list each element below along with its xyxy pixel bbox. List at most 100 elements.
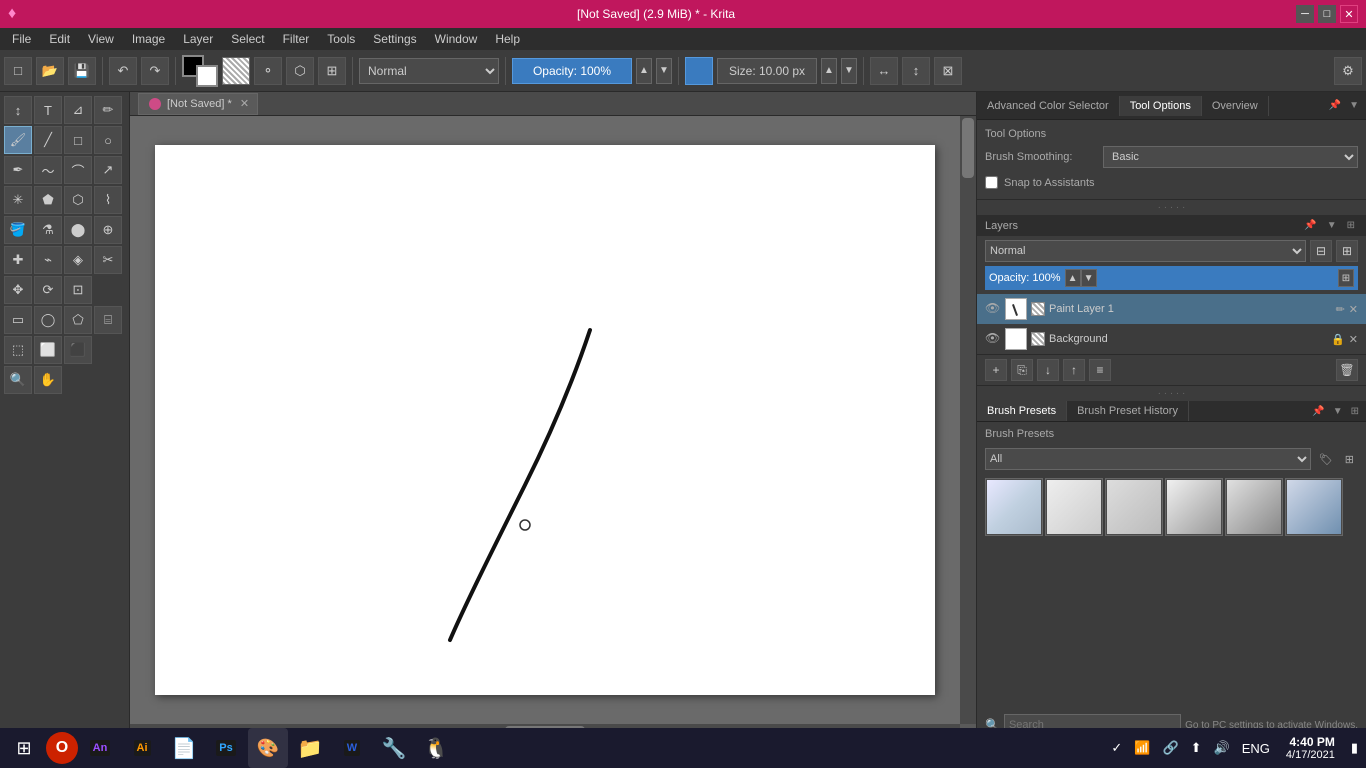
- tag-button[interactable]: 🏷: [1315, 451, 1337, 468]
- tray-lang[interactable]: ENG: [1238, 741, 1274, 756]
- menu-tools[interactable]: Tools: [319, 30, 363, 48]
- canvas-settings-button[interactable]: ⚙: [1334, 57, 1362, 85]
- move-layer-up-button[interactable]: ↑: [1063, 359, 1085, 381]
- tray-volume-icon[interactable]: 🔊: [1210, 740, 1234, 756]
- polygon-tool[interactable]: ⬡: [64, 186, 92, 214]
- contiguous-select[interactable]: ⬚: [4, 336, 32, 364]
- system-clock[interactable]: 4:40 PM 4/17/2021: [1278, 735, 1343, 761]
- layer-alpha-lock-2[interactable]: [1031, 332, 1045, 346]
- layer-row-paint[interactable]: 👁 Paint Layer 1 ✏ ✕: [977, 294, 1366, 324]
- tray-show-desktop[interactable]: ▮: [1347, 740, 1362, 756]
- freehand2-tool[interactable]: 〜: [34, 156, 62, 184]
- canvas-area[interactable]: [130, 116, 960, 724]
- tray-shield-icon[interactable]: ✓: [1107, 740, 1126, 756]
- brush-preset-4[interactable]: [1165, 478, 1223, 536]
- opacity-increase-btn[interactable]: ▲: [1065, 269, 1081, 287]
- open-button[interactable]: 📂: [36, 57, 64, 85]
- eyedrop-tool[interactable]: ⚗: [34, 216, 62, 244]
- wrap-tool-button[interactable]: ⊠: [934, 57, 962, 85]
- menu-select[interactable]: Select: [223, 30, 272, 48]
- layers-pin-icon[interactable]: 📌: [1301, 219, 1319, 232]
- pan-tool[interactable]: ✋: [34, 366, 62, 394]
- size-arrow-up[interactable]: ▲: [821, 58, 837, 84]
- opacity-decrease-btn[interactable]: ▼: [1081, 269, 1097, 287]
- path-tool[interactable]: ⬟: [34, 186, 62, 214]
- select-rect[interactable]: ▭: [4, 306, 32, 334]
- copy-layer-button[interactable]: ⎘: [1011, 359, 1033, 381]
- menu-image[interactable]: Image: [124, 30, 173, 48]
- minimize-button[interactable]: ─: [1296, 5, 1314, 23]
- layer-alpha-lock-1[interactable]: [1031, 302, 1045, 316]
- taskbar-file-explorer[interactable]: 📁: [290, 728, 330, 768]
- menu-layer[interactable]: Layer: [175, 30, 221, 48]
- eraser-button[interactable]: ⚬: [254, 57, 282, 85]
- tray-update-icon[interactable]: ⬆: [1187, 740, 1206, 756]
- taskbar-browser[interactable]: 🔧: [374, 728, 414, 768]
- brush-tool[interactable]: 🖌: [4, 126, 32, 154]
- tab-advanced-color-selector[interactable]: Advanced Color Selector: [977, 96, 1120, 116]
- tab-overview[interactable]: Overview: [1202, 96, 1269, 116]
- layer-visibility-eye-1[interactable]: 👁: [985, 301, 1001, 317]
- add-layer-button[interactable]: +: [985, 359, 1007, 381]
- color-swatch[interactable]: [182, 55, 218, 87]
- taskbar-krita2[interactable]: 🐧: [416, 728, 456, 768]
- tab-tool-options[interactable]: Tool Options: [1120, 96, 1202, 116]
- snap-assistants-checkbox[interactable]: [985, 176, 998, 189]
- save-button[interactable]: 💾: [68, 57, 96, 85]
- move-layer-down-button[interactable]: ↓: [1037, 359, 1059, 381]
- assistant-tool[interactable]: ◈: [64, 246, 92, 274]
- vertical-scroll-thumb[interactable]: [962, 118, 974, 178]
- similar-select[interactable]: ⬜: [34, 336, 62, 364]
- undo-button[interactable]: ↶: [109, 57, 137, 85]
- curve-tool[interactable]: ⌒: [64, 156, 92, 184]
- healing-tool[interactable]: ✚: [4, 246, 32, 274]
- layers-expand-icon[interactable]: ⊞: [1344, 219, 1358, 232]
- menu-window[interactable]: Window: [427, 30, 486, 48]
- brush-preset-history-tab[interactable]: Brush Preset History: [1067, 401, 1189, 421]
- brush-preset-3[interactable]: [1105, 478, 1163, 536]
- taskbar-photoshop[interactable]: Ps: [206, 728, 246, 768]
- layer-row-background[interactable]: 👁 Background 🔒 ✕: [977, 324, 1366, 354]
- brush-preset-2[interactable]: [1045, 478, 1103, 536]
- brush-grid-view-button[interactable]: ⊞: [1341, 451, 1358, 468]
- dynamic-brush[interactable]: ↗: [94, 156, 122, 184]
- canvas-white[interactable]: [155, 145, 935, 695]
- delete-layer-button[interactable]: 🗑: [1336, 359, 1358, 381]
- mirror-vertical-button[interactable]: ↕: [902, 57, 930, 85]
- canvas-tab-close[interactable]: ✕: [240, 97, 249, 110]
- menu-file[interactable]: File: [4, 30, 39, 48]
- rotate-tool[interactable]: ⟳: [34, 276, 62, 304]
- rect-tool[interactable]: □: [64, 126, 92, 154]
- select-shapes[interactable]: ⬛: [64, 336, 92, 364]
- taskbar-illustrator[interactable]: Ai: [122, 728, 162, 768]
- taskbar-animate[interactable]: An: [80, 728, 120, 768]
- brush-presets-tab[interactable]: Brush Presets: [977, 401, 1067, 421]
- layers-opacity-bar[interactable]: Opacity: 100% ▲ ▼ ⊞: [985, 266, 1358, 290]
- canvas-tab-item[interactable]: [Not Saved] * ✕: [138, 93, 258, 115]
- panel-pin-icon[interactable]: 📌: [1326, 99, 1344, 112]
- brush-preset-5[interactable]: [1225, 478, 1283, 536]
- move-tool[interactable]: ✥: [4, 276, 32, 304]
- mirror-horizontal-button[interactable]: ↔: [870, 57, 898, 85]
- smudge-tool[interactable]: ⌁: [34, 246, 62, 274]
- ellipse-tool[interactable]: ○: [94, 126, 122, 154]
- polyline-tool[interactable]: ⌇: [94, 186, 122, 214]
- freehand-tool[interactable]: ✏: [94, 96, 122, 124]
- taskbar-word[interactable]: W: [332, 728, 372, 768]
- transform-tool[interactable]: ↕: [4, 96, 32, 124]
- brush-panel-pin-icon[interactable]: 📌: [1309, 405, 1327, 418]
- brush-preset-6[interactable]: [1285, 478, 1343, 536]
- layer-properties-button[interactable]: ≡: [1089, 359, 1111, 381]
- fill-tool[interactable]: 🪣: [4, 216, 32, 244]
- brush-smoothing-select[interactable]: Basic None Weighted Stabilizer: [1103, 146, 1358, 168]
- menu-edit[interactable]: Edit: [41, 30, 78, 48]
- wrap-around-button[interactable]: ⊞: [318, 57, 346, 85]
- select-ellipse[interactable]: ◯: [34, 306, 62, 334]
- tray-wifi-icon[interactable]: 📶: [1130, 740, 1154, 756]
- clone-tool[interactable]: ⊕: [94, 216, 122, 244]
- brush-size-display[interactable]: Size: 10.00 px: [717, 58, 817, 84]
- background-color[interactable]: [196, 65, 218, 87]
- smart-patch[interactable]: ⬤: [64, 216, 92, 244]
- menu-help[interactable]: Help: [487, 30, 528, 48]
- layer-edit-button-2[interactable]: ✕: [1349, 333, 1358, 346]
